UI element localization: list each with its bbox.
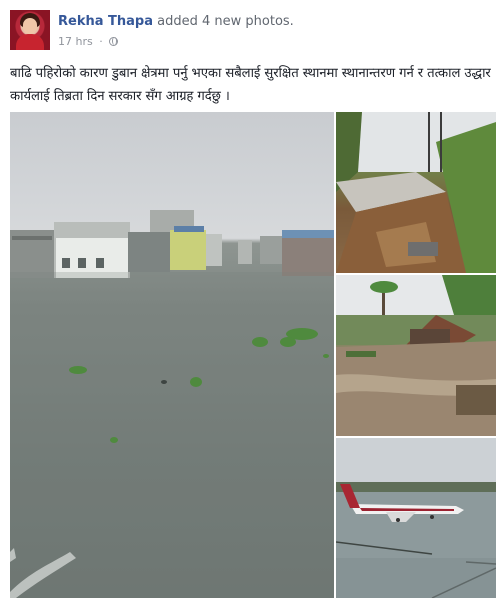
post-action-text: added 4 new photos. [157, 14, 294, 29]
airport-scene-illustration [336, 438, 496, 598]
author-avatar[interactable] [10, 10, 50, 50]
photo-landslide-road[interactable] [336, 112, 496, 273]
post-caption: बाढि पहिरोको कारण डुबान क्षेत्रमा पर्नु … [10, 66, 491, 104]
post-header: Rekha Thapa added 4 new photos. 17 hrs · [10, 10, 490, 54]
post-timestamp[interactable]: 17 hrs [58, 35, 93, 48]
meta-separator: · [99, 35, 103, 48]
avatar-body-shape [16, 34, 44, 50]
globe-icon[interactable] [109, 37, 119, 46]
post-title-line: Rekha Thapa added 4 new photos. [58, 14, 294, 29]
flood-scene-illustration [10, 210, 334, 598]
post-meta: 17 hrs · [58, 35, 119, 48]
landslide-scene-illustration [336, 112, 496, 273]
photo-flooded-town[interactable] [10, 112, 334, 598]
author-name-link[interactable]: Rekha Thapa [58, 14, 153, 29]
avatar-face-shape [23, 18, 37, 34]
village-scene-illustration [336, 275, 496, 436]
facebook-post: Rekha Thapa added 4 new photos. 17 hrs ·… [0, 0, 500, 598]
photo-damaged-village[interactable] [336, 275, 496, 436]
photo-flooded-airport[interactable] [336, 438, 496, 598]
